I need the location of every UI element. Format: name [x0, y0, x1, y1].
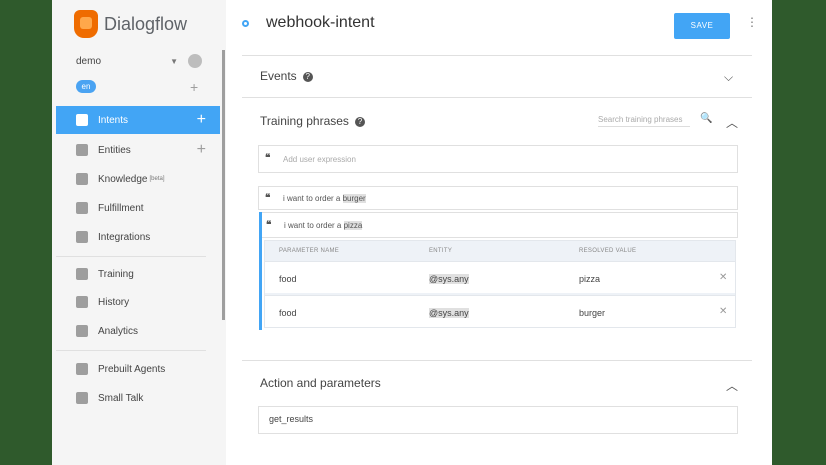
app-window: Dialogflow demo ▼ en + Intents + Entitie… [52, 0, 772, 465]
agent-selector[interactable]: demo ▼ [76, 54, 202, 70]
caret-down-icon: ▼ [170, 57, 178, 66]
sidebar-item-knowledge[interactable]: Knowledge [beta] [56, 165, 220, 193]
training-phrase-text: i want to order a burger [283, 194, 366, 203]
divider [242, 55, 752, 56]
parameter-entity[interactable]: @sys.any [429, 274, 469, 284]
training-phrase-text: i want to order a pizza [284, 221, 363, 230]
parameter-resolved-value: burger [579, 308, 606, 318]
sidebar-item-label: Integrations [98, 231, 151, 243]
sidebar-scrollbar[interactable] [222, 50, 225, 320]
parameter-entity[interactable]: @sys.any [429, 308, 469, 318]
intents-icon [76, 114, 88, 126]
parameter-resolved-value: pizza [579, 274, 601, 284]
sidebar: Dialogflow demo ▼ en + Intents + Entitie… [52, 0, 226, 465]
divider [242, 360, 752, 361]
column-header: RESOLVED VALUE [579, 248, 637, 254]
help-icon[interactable]: ? [354, 117, 365, 127]
analytics-icon [76, 325, 88, 337]
intent-title[interactable]: webhook-intent [266, 14, 375, 32]
events-section-title[interactable]: Events? [260, 69, 313, 83]
sidebar-item-label: Entities [98, 144, 131, 156]
prebuilt-agents-icon [76, 363, 88, 375]
table-row: food @sys.any burger ✕ [265, 295, 735, 327]
sidebar-item-intents[interactable]: Intents + [56, 106, 220, 134]
remove-parameter-icon[interactable]: ✕ [719, 272, 727, 283]
training-phrase-row[interactable]: ❝ i want to order a burger [258, 186, 738, 210]
sidebar-item-fulfillment[interactable]: Fulfillment [56, 194, 220, 222]
save-button[interactable]: SAVE [674, 13, 730, 39]
training-phrase-row[interactable]: ❝ i want to order a pizza [262, 212, 738, 238]
add-intent-icon[interactable]: + [197, 111, 206, 129]
column-header: ENTITY [429, 248, 453, 254]
sidebar-item-integrations[interactable]: Integrations [56, 223, 220, 251]
header: webhook-intent SAVE ⋮ [226, 0, 772, 50]
integrations-icon [76, 231, 88, 243]
quote-icon: ❝ [266, 220, 272, 231]
add-user-expression-field[interactable]: ❝ Add user expression [258, 145, 738, 173]
parameter-name[interactable]: food [279, 274, 297, 284]
sidebar-item-label: Fulfillment [98, 202, 144, 214]
action-name-input[interactable]: get_results [258, 406, 738, 434]
dialogflow-logo-icon [74, 10, 98, 38]
sidebar-item-entities[interactable]: Entities + [56, 136, 220, 164]
search-icon[interactable]: 🔍 [700, 113, 712, 124]
entity-highlight[interactable]: burger [342, 194, 366, 203]
fulfillment-icon [76, 202, 88, 214]
sidebar-item-small-talk[interactable]: Small Talk [56, 384, 220, 412]
sidebar-item-label: Intents [98, 114, 129, 126]
chevron-up-icon[interactable]: ︿ [726, 377, 738, 394]
logo[interactable]: Dialogflow [74, 10, 187, 38]
sidebar-divider [56, 350, 206, 351]
training-title: Training phrases [260, 114, 349, 128]
agent-name: demo [76, 56, 102, 67]
sidebar-item-history[interactable]: History [56, 288, 220, 316]
search-training-phrases-input[interactable]: Search training phrases [598, 115, 690, 127]
app-name: Dialogflow [104, 13, 188, 34]
language-badge[interactable]: en [76, 80, 96, 93]
sidebar-item-label: Analytics [98, 325, 139, 337]
sidebar-item-analytics[interactable]: Analytics [56, 317, 220, 345]
knowledge-icon [76, 173, 88, 185]
divider [242, 97, 752, 98]
history-icon [76, 296, 88, 308]
training-icon [76, 268, 88, 280]
sidebar-item-label: History [98, 296, 130, 308]
sidebar-item-prebuilt-agents[interactable]: Prebuilt Agents [56, 355, 220, 383]
more-options-icon[interactable]: ⋮ [746, 16, 758, 28]
parameter-table: PARAMETER NAME ENTITY RESOLVED VALUE foo… [264, 240, 736, 328]
sidebar-divider [56, 256, 206, 257]
sidebar-item-label: Training [98, 268, 134, 280]
sidebar-item-label: Knowledge [98, 173, 148, 185]
remove-parameter-icon[interactable]: ✕ [719, 306, 727, 317]
add-entity-icon[interactable]: + [197, 141, 206, 159]
chevron-up-icon[interactable]: ︿ [726, 114, 738, 131]
add-language-icon[interactable]: + [190, 80, 198, 94]
column-header: PARAMETER NAME [279, 248, 340, 254]
quote-icon: ❝ [265, 193, 271, 204]
sidebar-item-label: Prebuilt Agents [98, 363, 166, 375]
parameter-name[interactable]: food [279, 308, 297, 318]
sidebar-item-training[interactable]: Training [56, 260, 220, 288]
table-row: food @sys.any pizza ✕ [265, 261, 735, 293]
small-talk-icon [76, 392, 88, 404]
entity-highlight[interactable]: pizza [343, 221, 363, 230]
sidebar-item-label: Small Talk [98, 392, 144, 404]
intent-status-icon [242, 20, 249, 27]
gear-icon[interactable] [188, 54, 202, 68]
quote-icon: ❝ [265, 153, 271, 164]
action-section-title[interactable]: Action and parameters [260, 376, 381, 390]
chevron-down-icon[interactable]: ⌵ [724, 70, 733, 85]
events-title: Events [260, 69, 297, 83]
training-section-title[interactable]: Training phrases? [260, 114, 365, 128]
help-icon[interactable]: ? [302, 72, 313, 82]
entities-icon [76, 144, 88, 156]
beta-badge: [beta] [149, 176, 165, 182]
add-user-expression-placeholder: Add user expression [283, 155, 356, 164]
